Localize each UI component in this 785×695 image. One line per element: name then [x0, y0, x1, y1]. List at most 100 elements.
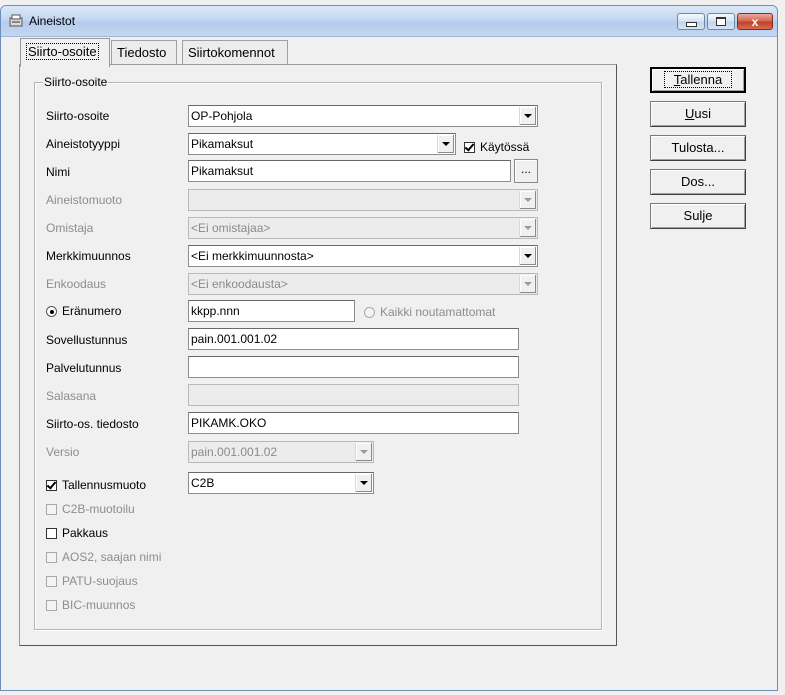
checkbox-icon[interactable] [46, 576, 57, 587]
siirto-osoite-label: Siirto-osoite [46, 109, 110, 123]
ellipsis-icon: ... [520, 162, 531, 176]
chevron-down-icon [519, 191, 536, 209]
uusi-mnemonic: U [684, 106, 695, 121]
radio-selected-icon[interactable] [46, 306, 57, 317]
salasana-input[interactable] [188, 384, 519, 406]
siirto-os-tiedosto-input[interactable]: PIKAMK.OKO [188, 412, 519, 434]
tab-label: Siirto-osoite [26, 43, 99, 60]
close-button[interactable]: x [737, 13, 773, 30]
palvelutunnus-input[interactable] [188, 356, 519, 378]
uusi-button[interactable]: Uusi [650, 101, 746, 127]
siirto-osoite-select[interactable]: OP-Pohjola [188, 105, 538, 127]
tallenna-button[interactable]: Tallenna [650, 67, 746, 93]
chevron-down-icon [519, 219, 536, 237]
siirto-osoite-value: OP-Pohjola [191, 109, 253, 123]
sovellustunnus-input[interactable]: pain.001.001.02 [188, 328, 519, 350]
enkoodaus-select[interactable]: <Ei enkoodausta> [188, 273, 538, 295]
window-title: Aineistot [29, 14, 76, 28]
nimi-value: Pikamaksut [191, 164, 254, 178]
kaytossa-label: Käytössä [480, 140, 530, 154]
aineistomuoto-label: Aineistomuoto [46, 193, 123, 207]
siirto-os-tiedosto-value: PIKAMK.OKO [191, 416, 267, 430]
c2b-muotoilu-label: C2B-muotoilu [62, 502, 135, 516]
tab-panel: Siirto-osoite Siirto-osoite OP-Pohjola A… [19, 64, 617, 646]
eranumero-radio[interactable]: Eränumero [46, 304, 121, 318]
omistaja-value: <Ei omistajaa> [191, 221, 271, 235]
omistaja-label: Omistaja [46, 221, 94, 235]
group-title: Siirto-osoite [43, 75, 109, 89]
merkkimuunnos-value: <Ei merkkimuunnosta> [191, 249, 314, 263]
radio-unselected-icon[interactable] [364, 307, 375, 318]
aos2-checkbox[interactable]: AOS2, saajan nimi [46, 550, 161, 564]
minimize-button[interactable] [677, 13, 705, 30]
tallenna-label: Tallenna [663, 71, 733, 88]
aineistotyyppi-label: Aineistotyyppi [46, 137, 121, 151]
chevron-down-icon[interactable] [437, 135, 454, 153]
close-icon: x [751, 14, 759, 29]
eranumero-value: kkpp.nnn [191, 304, 240, 318]
merkkimuunnos-select[interactable]: <Ei merkkimuunnosta> [188, 245, 538, 267]
siirto-os-tiedosto-label: Siirto-os. tiedosto [46, 417, 139, 431]
tallennusmuoto-checkbox[interactable]: Tallennusmuoto [46, 478, 146, 492]
maximize-icon [716, 17, 726, 26]
tallennusmuoto-select[interactable]: C2B [188, 472, 374, 494]
dos-button[interactable]: Dos... [650, 169, 746, 195]
tallennusmuoto-value: C2B [191, 476, 215, 490]
versio-value: pain.001.001.02 [191, 445, 278, 459]
enkoodaus-value: <Ei enkoodausta> [191, 277, 288, 291]
chevron-down-icon [355, 443, 372, 461]
omistaja-select[interactable]: <Ei omistajaa> [188, 217, 538, 239]
tulosta-label: Tulosta... [671, 140, 725, 155]
palvelutunnus-label: Palvelutunnus [46, 361, 122, 375]
dos-label: Dos... [681, 174, 715, 189]
checkbox-checked-icon[interactable] [464, 142, 475, 153]
sovellustunnus-value: pain.001.001.02 [191, 332, 278, 346]
c2b-muotoilu-checkbox[interactable]: C2B-muotoilu [46, 502, 135, 516]
chevron-down-icon[interactable] [519, 107, 536, 125]
sovellustunnus-label: Sovellustunnus [46, 333, 128, 347]
aineistotyyppi-select[interactable]: Pikamaksut [188, 133, 456, 155]
tab-tiedosto[interactable]: Tiedosto [111, 40, 177, 64]
aos2-label: AOS2, saajan nimi [62, 550, 162, 564]
kaikki-noutamattomat-radio[interactable]: Kaikki noutamattomat [364, 305, 495, 319]
title-bar[interactable]: Aineistot x [1, 6, 777, 37]
checkbox-icon[interactable] [46, 528, 57, 539]
salasana-label: Salasana [46, 389, 97, 403]
pakkaus-checkbox[interactable]: Pakkaus [46, 526, 108, 540]
nimi-browse-button[interactable]: ... [514, 159, 538, 183]
nimi-input[interactable]: Pikamaksut [188, 160, 511, 182]
chevron-down-icon[interactable] [355, 474, 372, 492]
tab-siirtokomennot[interactable]: Siirtokomennot [182, 40, 288, 64]
checkbox-icon[interactable] [46, 552, 57, 563]
chevron-down-icon[interactable] [519, 247, 536, 265]
tallenna-rest: allenna [680, 72, 723, 87]
bic-muunnos-label: BIC-muunnos [62, 598, 136, 612]
eranumero-input[interactable]: kkpp.nnn [188, 300, 355, 322]
versio-label: Versio [46, 445, 80, 459]
aineistotyyppi-value: Pikamaksut [191, 137, 254, 151]
patu-suojaus-label: PATU-suojaus [62, 574, 138, 588]
maximize-button[interactable] [707, 13, 735, 30]
merkkimuunnos-label: Merkkimuunnos [46, 249, 131, 263]
minimize-icon [685, 22, 697, 27]
checkbox-icon[interactable] [46, 600, 57, 611]
uusi-rest: usi [694, 106, 711, 121]
sulje-button[interactable]: Sulje [650, 203, 746, 229]
bic-muunnos-checkbox[interactable]: BIC-muunnos [46, 598, 135, 612]
sulje-label: Sulje [683, 208, 713, 223]
kaytossa-checkbox[interactable]: Käytössä [464, 140, 529, 154]
patu-suojaus-checkbox[interactable]: PATU-suojaus [46, 574, 138, 588]
versio-select[interactable]: pain.001.001.02 [188, 441, 374, 463]
kaikki-noutamattomat-label: Kaikki noutamattomat [380, 305, 496, 319]
tab-siirto-osoite[interactable]: Siirto-osoite [20, 38, 110, 67]
tallennusmuoto-label: Tallennusmuoto [62, 478, 147, 492]
pakkaus-label: Pakkaus [62, 526, 109, 540]
checkbox-checked-icon[interactable] [46, 480, 57, 491]
chevron-down-icon [519, 275, 536, 293]
enkoodaus-label: Enkoodaus [46, 277, 107, 291]
tab-label: Siirtokomennot [188, 45, 275, 60]
tulosta-button[interactable]: Tulosta... [650, 135, 746, 161]
checkbox-icon[interactable] [46, 504, 57, 515]
aineistomuoto-select[interactable] [188, 189, 538, 211]
nimi-label: Nimi [46, 165, 70, 179]
